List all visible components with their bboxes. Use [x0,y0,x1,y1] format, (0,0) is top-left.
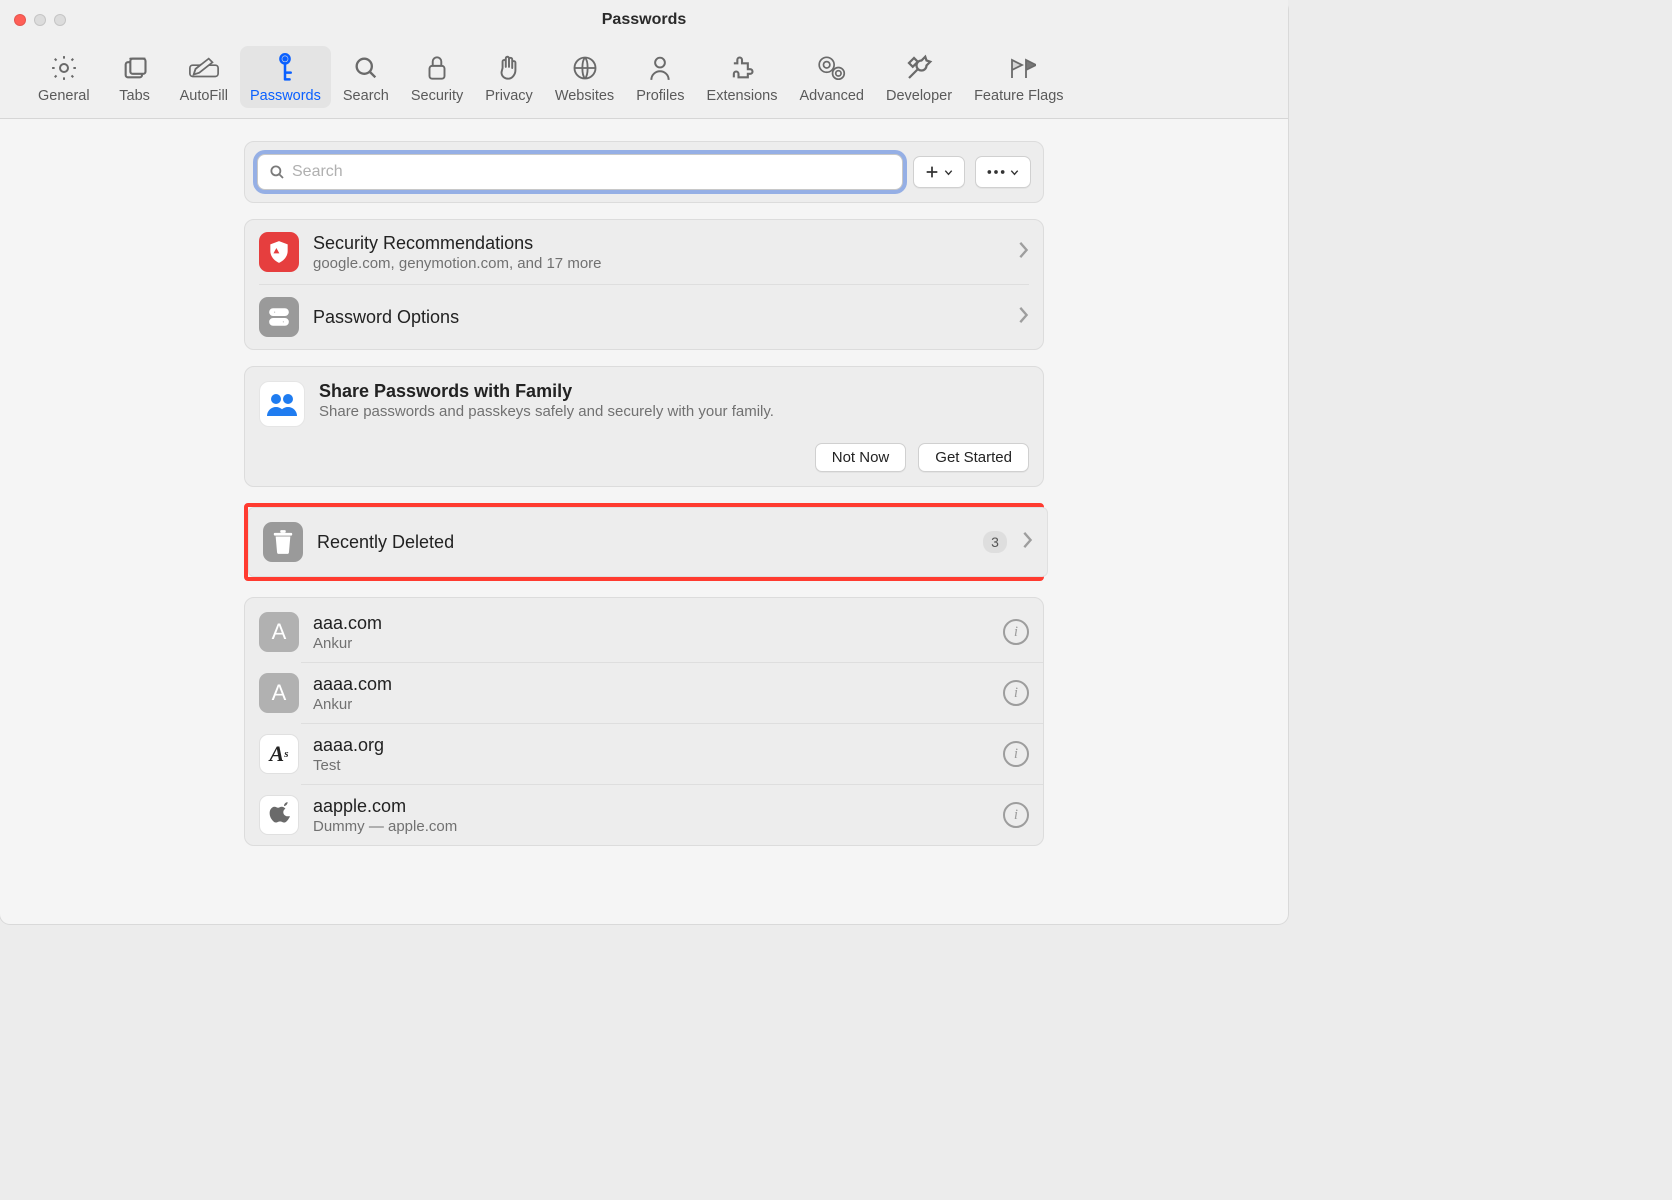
titlebar: Passwords [0,0,1288,40]
tab-label: Passwords [250,88,321,104]
tab-label: Websites [555,88,614,104]
plus-icon [924,164,940,180]
count-badge: 3 [983,531,1007,553]
tab-passwords[interactable]: Passwords [240,46,331,108]
family-icon [259,381,305,427]
row-title: Password Options [313,307,1003,328]
tab-label: Advanced [799,88,864,104]
person-icon [642,52,678,84]
search-input[interactable] [292,163,892,181]
row-subtitle: google.com, genymotion.com, and 17 more [313,255,1003,272]
password-options-row[interactable]: Password Options [245,285,1043,349]
info-button[interactable]: i [1003,802,1029,828]
ellipsis-icon [986,167,1006,177]
tab-label: Security [411,88,463,104]
maximize-window-button[interactable] [54,14,66,26]
site-name: aapple.com [313,796,989,817]
more-actions-button[interactable] [975,156,1031,188]
site-name: aaaa.org [313,735,989,756]
chevron-down-icon [1009,167,1020,178]
row-title: Recently Deleted [317,532,969,553]
hand-icon [491,52,527,84]
info-button[interactable]: i [1003,741,1029,767]
key-icon [267,52,303,84]
tab-websites[interactable]: Websites [545,46,624,108]
tab-advanced[interactable]: Advanced [789,46,874,108]
site-letter-icon: A [259,612,299,652]
tab-search[interactable]: Search [333,46,399,108]
lock-icon [419,52,455,84]
preferences-toolbar: General Tabs AutoFill Passwords Search [0,40,1288,119]
user-name: Test [313,757,989,774]
password-row[interactable]: A aaaa.com Ankur i [259,663,1029,723]
chevron-right-icon [1017,306,1029,329]
tab-privacy[interactable]: Privacy [475,46,543,108]
row-title: Security Recommendations [313,233,1003,254]
tab-label: Search [343,88,389,104]
password-row[interactable]: As aaaa.org Test i [259,724,1029,784]
site-letter-icon: A [259,673,299,713]
user-name: Ankur [313,635,989,652]
share-family-card: Share Passwords with Family Share passwo… [244,366,1044,487]
trash-icon [263,522,303,562]
tab-security[interactable]: Security [401,46,473,108]
shield-alert-icon [259,232,299,272]
tab-general[interactable]: General [28,46,100,108]
tab-tabs[interactable]: Tabs [102,46,168,108]
flags-icon [1001,52,1037,84]
pencil-field-icon [186,52,222,84]
gears-icon [814,52,850,84]
tabs-icon [117,52,153,84]
search-icon [348,52,384,84]
info-button[interactable]: i [1003,680,1029,706]
chevron-down-icon [943,167,954,178]
site-name: aaa.com [313,613,989,634]
tab-label: Tabs [119,88,150,104]
minimize-window-button[interactable] [34,14,46,26]
security-recommendations-row[interactable]: Security Recommendations google.com, gen… [245,220,1043,284]
tools-icon [901,52,937,84]
add-password-button[interactable] [913,156,965,188]
search-field-wrap[interactable] [257,154,903,190]
search-icon [268,163,286,181]
site-name: aaaa.com [313,674,989,695]
tab-label: Privacy [485,88,533,104]
switches-icon [259,297,299,337]
password-row[interactable]: A aaa.com Ankur i [259,598,1029,662]
globe-icon [567,52,603,84]
site-favicon: As [259,734,299,774]
chevron-right-icon [1017,241,1029,264]
tab-label: AutoFill [180,88,228,104]
tab-extensions[interactable]: Extensions [697,46,788,108]
family-subtitle: Share passwords and passkeys safely and … [319,403,1029,420]
passwords-list: A aaa.com Ankur i A aaaa.com Ankur i As [244,597,1044,846]
user-name: Dummy — apple.com [313,818,989,835]
settings-card: Security Recommendations google.com, gen… [244,219,1044,350]
tab-autofill[interactable]: AutoFill [170,46,238,108]
tab-label: Profiles [636,88,684,104]
tab-label: Developer [886,88,952,104]
search-card [244,141,1044,203]
tab-feature-flags[interactable]: Feature Flags [964,46,1073,108]
tab-profiles[interactable]: Profiles [626,46,694,108]
apple-icon [259,795,299,835]
password-row[interactable]: aapple.com Dummy — apple.com i [259,785,1029,845]
tab-developer[interactable]: Developer [876,46,962,108]
family-title: Share Passwords with Family [319,381,1029,402]
gear-icon [46,52,82,84]
recently-deleted-row[interactable]: Recently Deleted 3 [249,508,1047,576]
not-now-button[interactable]: Not Now [815,443,907,472]
puzzle-icon [724,52,760,84]
tab-label: Feature Flags [974,88,1063,104]
tab-label: Extensions [707,88,778,104]
recently-deleted-highlight: Recently Deleted 3 [244,503,1044,581]
chevron-right-icon [1021,531,1033,554]
close-window-button[interactable] [14,14,26,26]
window-title: Passwords [0,11,1288,29]
info-button[interactable]: i [1003,619,1029,645]
get-started-button[interactable]: Get Started [918,443,1029,472]
user-name: Ankur [313,696,989,713]
tab-label: General [38,88,90,104]
